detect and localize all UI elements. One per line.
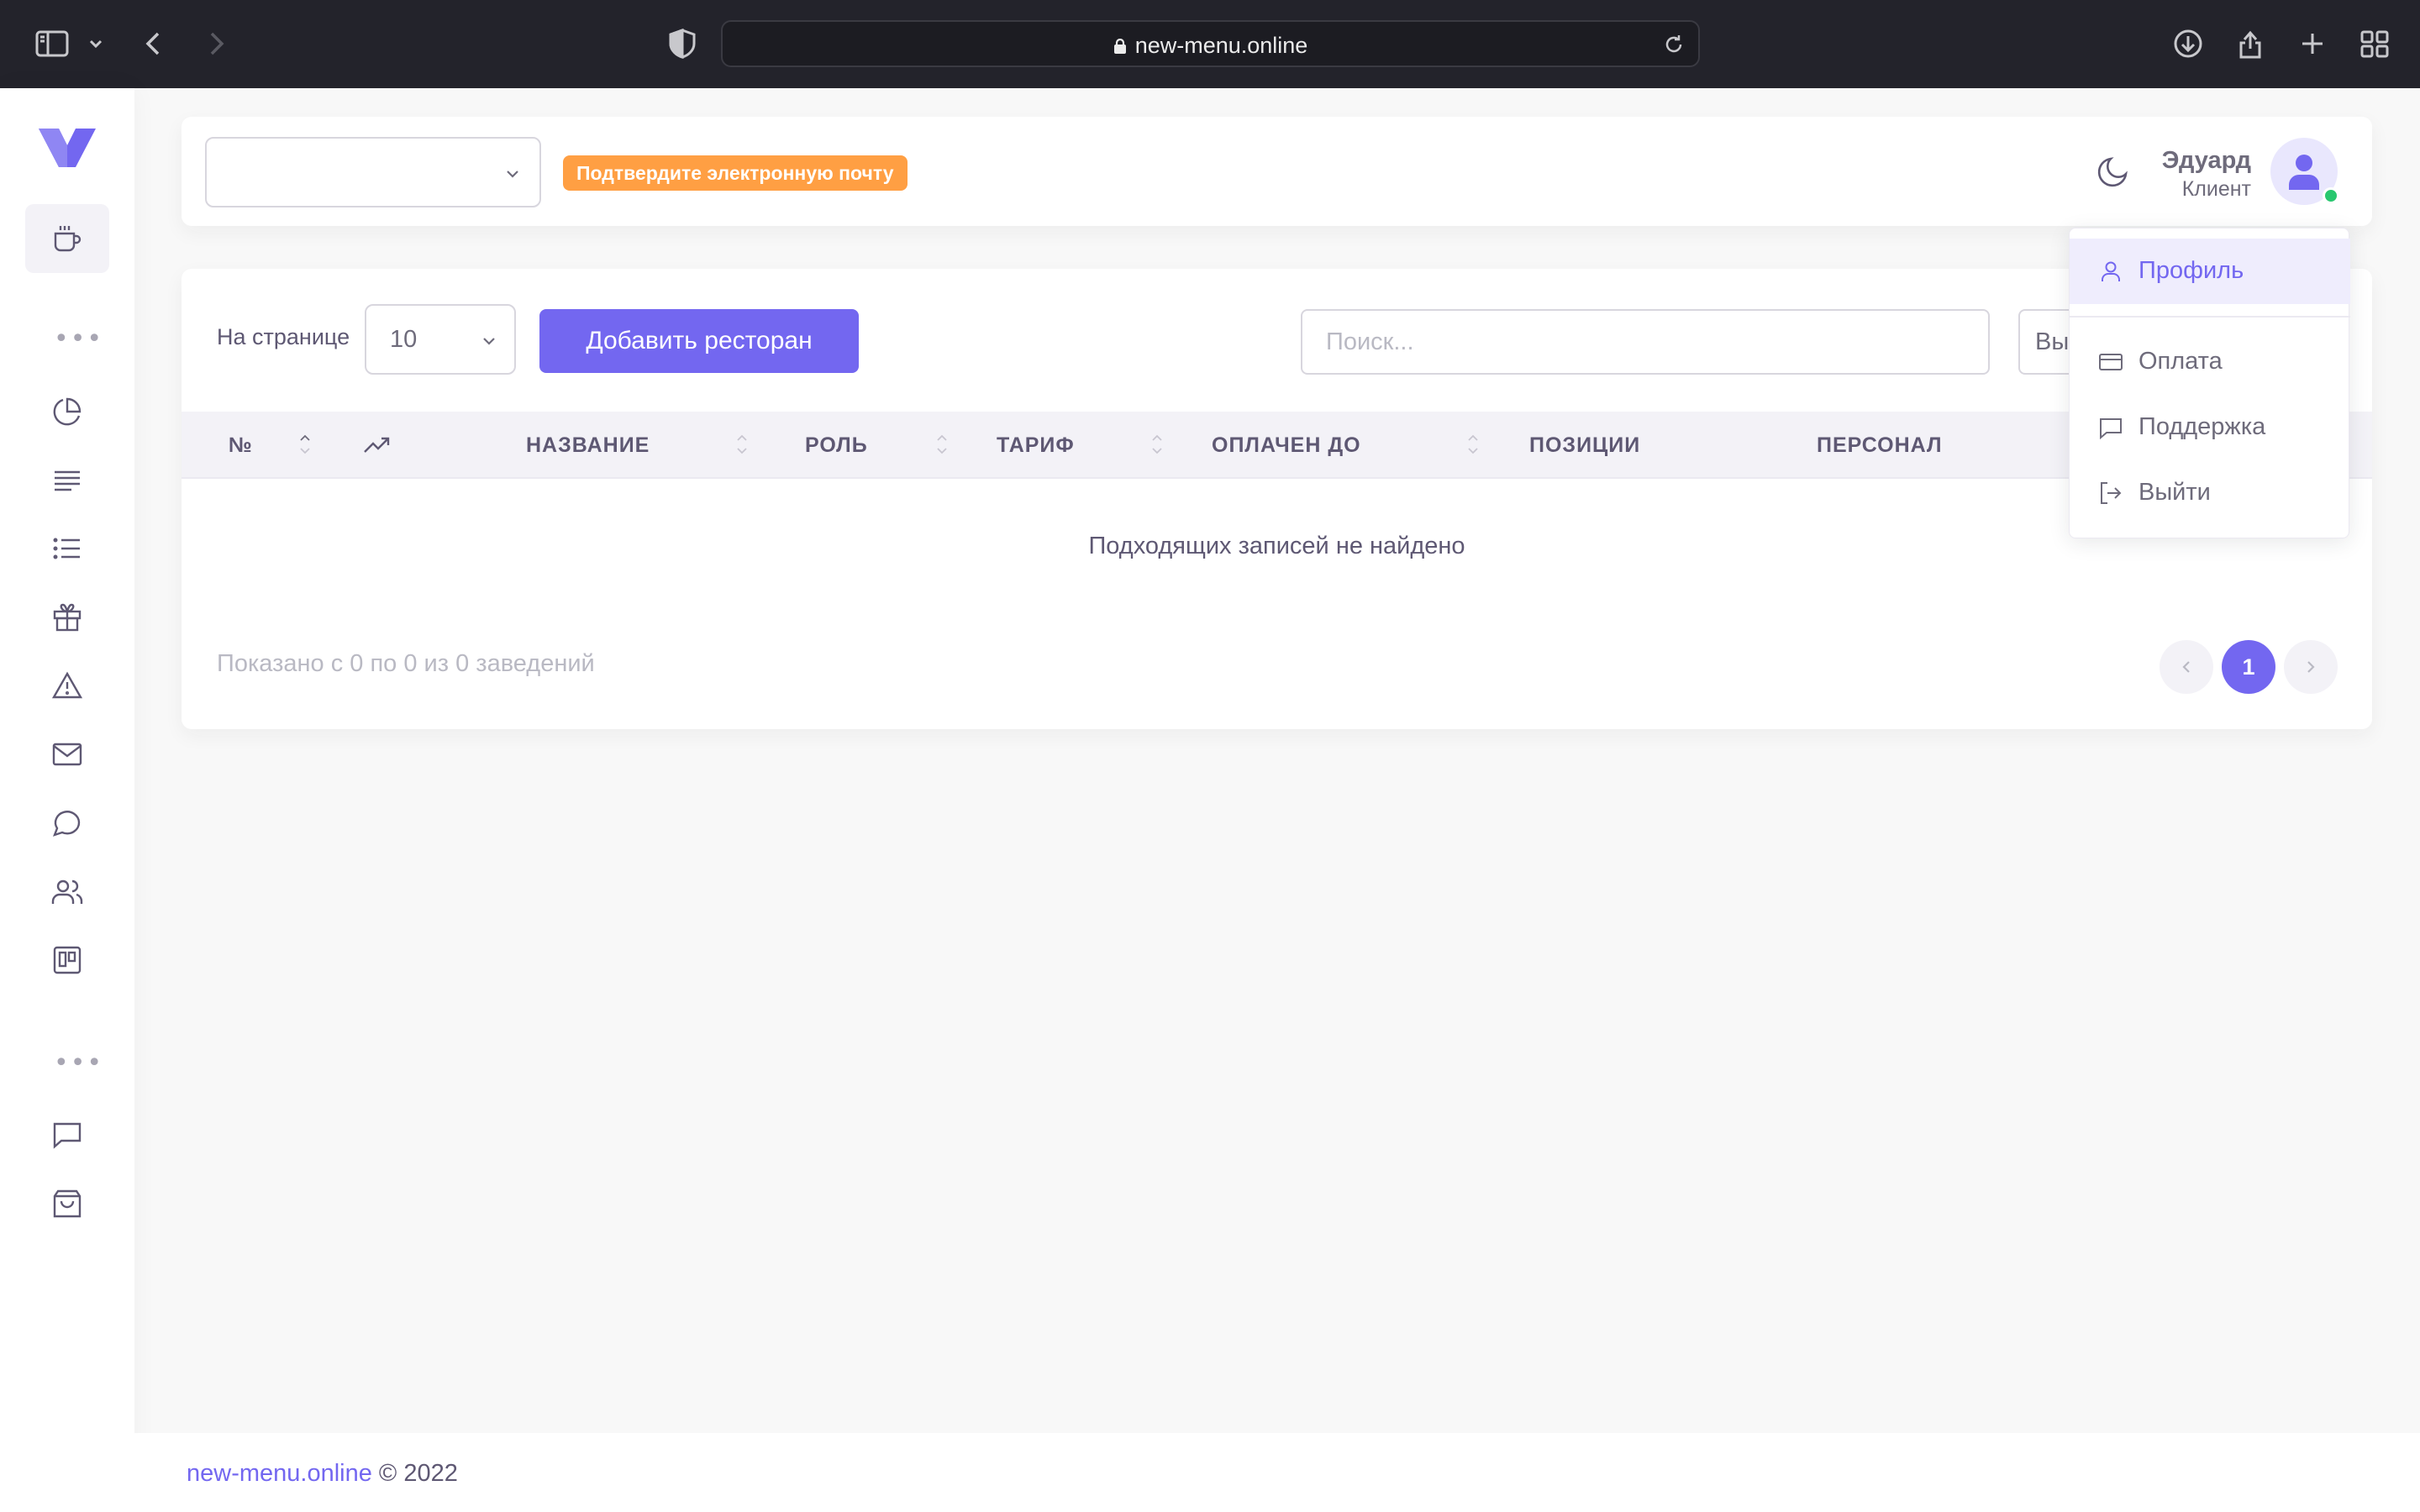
menu-item-label: Поддержка bbox=[2139, 413, 2266, 440]
log-out-icon bbox=[2101, 482, 2122, 504]
pagination-prev-button[interactable] bbox=[2160, 640, 2213, 694]
user-role: Клиент bbox=[2181, 177, 2251, 201]
pie-chart-icon[interactable] bbox=[50, 395, 84, 428]
back-icon[interactable] bbox=[134, 24, 175, 64]
column-header-tariff[interactable]: ТАРИФ bbox=[997, 433, 1075, 458]
more-dots-icon: ••• bbox=[54, 1048, 104, 1078]
menu-item-logout[interactable]: Выйти bbox=[2070, 460, 2350, 526]
pagination-next-button[interactable] bbox=[2284, 640, 2338, 694]
menu-item-label: Профиль bbox=[2139, 257, 2244, 284]
user-icon bbox=[2289, 155, 2319, 190]
footer: new-menu.online © 2022 bbox=[134, 1433, 2420, 1512]
menu-item-label: Оплата bbox=[2139, 348, 2223, 375]
search-input[interactable]: Поиск... bbox=[1301, 309, 1990, 375]
pagination-page-button[interactable]: 1 bbox=[2222, 640, 2275, 694]
column-header-number[interactable]: № bbox=[229, 433, 253, 458]
online-status-dot bbox=[2323, 187, 2339, 204]
sort-icon[interactable] bbox=[934, 428, 950, 459]
email-confirm-badge[interactable]: Подтвердите электронную почту bbox=[563, 155, 908, 191]
menu-item-profile[interactable]: Профиль bbox=[2070, 239, 2350, 304]
sidebar-toggle-icon[interactable] bbox=[34, 24, 74, 64]
column-header-role[interactable]: РОЛЬ bbox=[805, 433, 868, 458]
sort-icon[interactable] bbox=[1150, 428, 1165, 459]
per-page-select[interactable]: 10 bbox=[365, 304, 516, 375]
sidebar: ••• ••• bbox=[0, 88, 134, 1512]
restaurants-card: На странице 10 Добавить ресторан Поиск..… bbox=[182, 269, 2372, 729]
browser-toolbar: new-menu.online bbox=[0, 0, 2420, 88]
top-navbar: Подтвердите электронную почту Эдуард Кли… bbox=[182, 117, 2372, 226]
shield-icon[interactable] bbox=[662, 24, 702, 64]
message-square-icon[interactable] bbox=[50, 1118, 84, 1152]
footer-link[interactable]: new-menu.online bbox=[187, 1460, 372, 1487]
mail-icon[interactable] bbox=[50, 738, 84, 771]
chevron-right-icon bbox=[2307, 661, 2315, 673]
column-header-staff: ПЕРСОНАЛ bbox=[1817, 433, 1943, 457]
copyright-text: new-menu.online © 2022 bbox=[187, 1460, 458, 1488]
restaurant-select[interactable] bbox=[205, 137, 541, 207]
chevron-down-icon bbox=[483, 338, 495, 345]
alert-triangle-icon[interactable] bbox=[50, 669, 84, 703]
moon-icon[interactable] bbox=[2094, 152, 2133, 191]
sort-icon[interactable] bbox=[297, 428, 313, 459]
column-header-items: ПОЗИЦИИ bbox=[1529, 433, 1641, 457]
chevron-down-icon[interactable] bbox=[84, 24, 108, 64]
share-icon[interactable] bbox=[2230, 24, 2270, 64]
trending-up-icon[interactable] bbox=[363, 433, 392, 457]
pagination-info: Показано с 0 по 0 из 0 заведений bbox=[217, 650, 595, 677]
download-icon[interactable] bbox=[2168, 24, 2208, 64]
trello-icon[interactable] bbox=[50, 943, 84, 977]
chevron-down-icon bbox=[507, 171, 518, 178]
column-header-paid-until[interactable]: ОПЛАЧЕН ДО bbox=[1212, 433, 1361, 458]
user-menu-dropdown: Профиль Оплата Поддержка Выйти bbox=[2069, 228, 2350, 538]
coffee-cup-icon[interactable] bbox=[50, 222, 84, 255]
new-tab-icon[interactable] bbox=[2292, 24, 2333, 64]
forward-icon[interactable] bbox=[195, 24, 235, 64]
gift-icon[interactable] bbox=[50, 601, 84, 634]
menu-item-label: Выйти bbox=[2139, 479, 2211, 506]
sort-icon[interactable] bbox=[734, 428, 750, 459]
logo-icon[interactable] bbox=[37, 125, 97, 172]
more-dots-icon: ••• bbox=[54, 324, 104, 354]
lock-icon bbox=[1113, 39, 1126, 54]
menu-item-payment[interactable]: Оплата bbox=[2070, 329, 2350, 395]
user-name[interactable]: Эдуард bbox=[2162, 147, 2251, 175]
per-page-label: На странице bbox=[217, 324, 350, 349]
url-text: new-menu.online bbox=[1134, 33, 1308, 58]
table-header: № НАЗВАНИЕ РОЛЬ ТАРИФ ОПЛАЧЕН ДО ПОЗИЦИИ… bbox=[182, 412, 2372, 479]
copyright-year: © 2022 bbox=[371, 1460, 458, 1487]
sort-icon[interactable] bbox=[1465, 428, 1481, 459]
menu-divider bbox=[2070, 316, 2350, 318]
list-icon[interactable] bbox=[50, 532, 84, 565]
add-restaurant-button[interactable]: Добавить ресторан bbox=[539, 309, 859, 373]
tab-overview-icon[interactable] bbox=[2354, 24, 2395, 64]
credit-card-icon bbox=[2099, 354, 2123, 370]
per-page-value: 10 bbox=[390, 326, 418, 353]
address-bar[interactable]: new-menu.online bbox=[721, 20, 1700, 67]
menu-item-support[interactable]: Поддержка bbox=[2070, 395, 2350, 460]
users-icon[interactable] bbox=[50, 875, 84, 909]
reload-icon[interactable] bbox=[1661, 32, 1686, 57]
align-left-icon[interactable] bbox=[50, 464, 84, 497]
chevron-left-icon bbox=[2182, 661, 2190, 673]
column-header-name[interactable]: НАЗВАНИЕ bbox=[526, 433, 650, 458]
message-square-icon bbox=[2100, 418, 2122, 440]
empty-table-message: Подходящих записей не найдено bbox=[1088, 533, 1465, 559]
message-circle-icon[interactable] bbox=[50, 806, 84, 840]
shopping-bag-icon[interactable] bbox=[50, 1187, 84, 1221]
user-icon bbox=[2102, 261, 2120, 281]
